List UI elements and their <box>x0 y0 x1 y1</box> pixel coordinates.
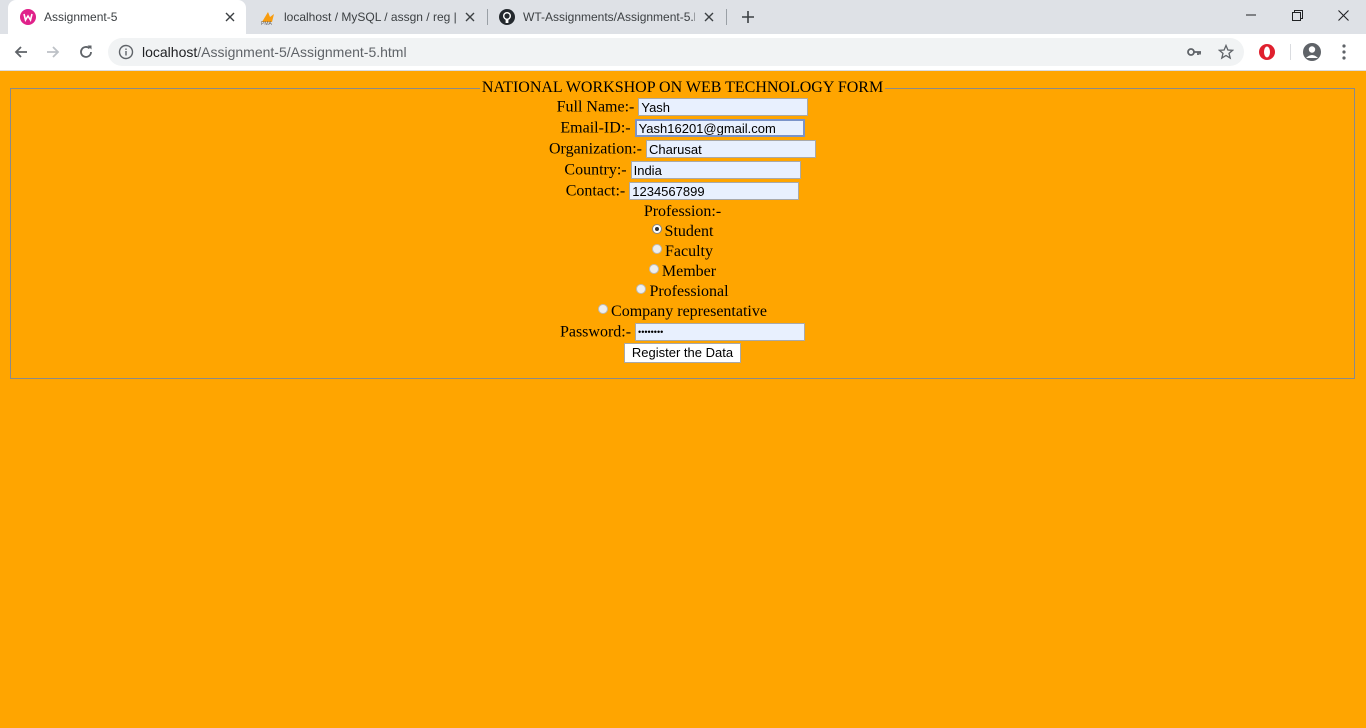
profession-option[interactable]: Professional <box>11 282 1354 302</box>
tab-title: WT-Assignments/Assignment-5.h <box>523 10 695 24</box>
option-label: Student <box>664 223 714 240</box>
close-window-icon[interactable] <box>1320 0 1366 30</box>
forward-arrow-icon[interactable] <box>41 40 65 64</box>
toolbar-divider <box>1290 44 1291 60</box>
page-content: NATIONAL WORKSHOP ON WEB TECHNOLOGY FORM… <box>0 71 1366 728</box>
tab-title: localhost / MySQL / assgn / reg | <box>284 10 456 24</box>
address-bar[interactable]: localhost/Assignment-5/Assignment-5.html <box>108 38 1244 66</box>
form-legend: NATIONAL WORKSHOP ON WEB TECHNOLOGY FORM <box>481 79 884 96</box>
organization-row: Organization:- <box>11 139 1354 160</box>
password-label: Password:- <box>559 323 632 341</box>
minimize-icon[interactable] <box>1228 0 1274 30</box>
close-tab-icon[interactable] <box>462 9 478 25</box>
tab-github[interactable]: WT-Assignments/Assignment-5.h <box>487 0 725 34</box>
profession-option[interactable]: Faculty <box>11 242 1354 262</box>
close-tab-icon[interactable] <box>222 9 238 25</box>
submit-row: Register the Data <box>11 343 1354 364</box>
star-icon[interactable] <box>1218 44 1234 60</box>
option-label: Faculty <box>665 243 713 260</box>
country-label: Country:- <box>564 161 627 179</box>
register-button[interactable]: Register the Data <box>623 343 742 364</box>
option-label: Company representative <box>611 303 767 320</box>
country-row: Country:- <box>11 160 1354 181</box>
email-row: Email-ID:- <box>11 118 1354 139</box>
profession-row: Profession:- <box>11 202 1354 222</box>
key-icon[interactable] <box>1186 44 1202 60</box>
back-arrow-icon[interactable] <box>9 40 33 64</box>
wamp-icon <box>20 9 36 25</box>
browser-toolbar: localhost/Assignment-5/Assignment-5.html <box>0 34 1366 71</box>
svg-text:PMA: PMA <box>261 21 273 25</box>
info-icon[interactable] <box>118 44 134 60</box>
full-name-label: Full Name:- <box>556 98 635 116</box>
country-input[interactable] <box>630 161 801 180</box>
full-name-row: Full Name:- <box>11 97 1354 118</box>
email-input[interactable] <box>634 119 805 138</box>
tab-title: Assignment-5 <box>44 10 118 24</box>
registration-fieldset: NATIONAL WORKSHOP ON WEB TECHNOLOGY FORM… <box>10 79 1355 379</box>
organization-label: Organization:- <box>548 140 642 158</box>
menu-kebab-icon[interactable] <box>1334 42 1354 62</box>
close-tab-icon[interactable] <box>701 9 717 25</box>
full-name-input[interactable] <box>638 98 809 117</box>
tab-assignment-5[interactable]: Assignment-5 <box>8 0 246 34</box>
organization-input[interactable] <box>646 140 816 159</box>
github-icon <box>499 9 515 25</box>
profession-option[interactable]: Member <box>11 262 1354 282</box>
profession-label: Profession:- <box>643 203 722 220</box>
url-text: localhost/Assignment-5/Assignment-5.html <box>142 44 407 60</box>
contact-row: Contact:- <box>11 181 1354 202</box>
option-label: Member <box>661 263 717 280</box>
profession-option[interactable]: Student <box>11 222 1354 242</box>
contact-input[interactable] <box>629 182 800 201</box>
password-input[interactable] <box>635 323 806 342</box>
radio-member[interactable] <box>648 264 659 274</box>
profession-option[interactable]: Company representative <box>11 302 1354 322</box>
profile-avatar-icon[interactable] <box>1302 42 1322 62</box>
phpmyadmin-icon: PMA <box>260 9 276 27</box>
tab-phpmyadmin[interactable]: PMA localhost / MySQL / assgn / reg | <box>248 0 486 34</box>
contact-label: Contact:- <box>565 182 626 200</box>
radio-student[interactable] <box>651 224 662 234</box>
url-path: /Assignment-5/Assignment-5.html <box>197 44 407 60</box>
radio-faculty[interactable] <box>652 244 662 254</box>
radio-company-representative[interactable] <box>598 304 609 314</box>
option-label: Professional <box>649 283 729 300</box>
tab-separator <box>726 9 727 25</box>
reload-icon[interactable] <box>74 40 98 64</box>
restore-icon[interactable] <box>1274 0 1320 30</box>
password-row: Password:- <box>11 322 1354 343</box>
radio-professional[interactable] <box>636 284 647 294</box>
opera-extension-icon[interactable] <box>1257 42 1277 62</box>
new-tab-icon[interactable] <box>738 7 758 27</box>
email-label: Email-ID:- <box>560 119 631 137</box>
url-host: localhost <box>142 44 198 60</box>
tab-strip: Assignment-5 PMA localhost / MySQL / ass… <box>0 0 1366 34</box>
